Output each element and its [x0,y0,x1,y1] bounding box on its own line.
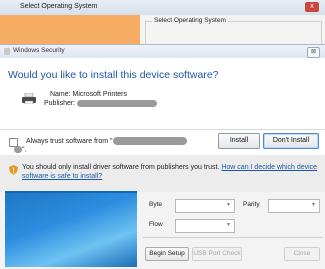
trusted-publisher-redacted [112,137,187,145]
device-info: Name: Microsoft Printers Publisher: [44,90,158,108]
always-trust-label: Always trust software from " ". [14,137,187,153]
parity-select[interactable]: ▼ [268,199,320,213]
settings-divider [143,237,323,238]
byte-select[interactable]: ▼ [175,199,235,213]
flow-select[interactable]: ▼ [175,219,235,233]
orange-side-panel [0,15,140,45]
dialog-divider [0,129,325,130]
publisher-redacted [77,99,158,107]
always-trust-suffix: ". [22,146,27,154]
begin-setup-button[interactable]: Begin Setup [145,247,189,261]
always-trust-text: Always trust software from " [26,137,113,145]
security-icon [4,48,10,55]
publisher-label: Publisher: [44,100,76,107]
dialog-heading: Would you like to install this device so… [8,69,219,81]
warning-message: You should only install driver software … [22,163,320,181]
dialog-title: Windows Security [13,47,65,54]
dont-install-button[interactable]: Don't Install [263,133,319,149]
chevron-down-icon: ▼ [226,202,231,208]
byte-label: Byte [149,201,163,208]
printer-icon [22,93,36,104]
background-window-titlebar: Select Operating System [0,0,325,16]
warning-shield-icon [9,165,18,175]
background-close-button[interactable]: x [305,2,319,12]
blue-abstract-image [5,193,137,267]
dialog-close-button[interactable]: ⊠ [307,47,320,58]
name-label: Name: [49,91,71,98]
close-button[interactable]: Close [284,247,320,261]
trusted-publisher-redacted-tail [14,146,22,153]
dialog-titlebar: Windows Security [0,45,325,58]
name-value: Microsoft Printers [72,91,127,98]
background-window-title: Select Operating System [20,3,98,10]
flow-label: Flow [149,221,163,228]
usb-port-check-button[interactable]: USB Port Check [192,247,242,261]
chevron-down-icon: ▼ [311,202,316,208]
warning-text: You should only install driver software … [22,164,220,171]
parity-label: Parity [243,201,260,208]
install-button[interactable]: Install [218,133,260,149]
os-select-group-label: Select Operating System [152,17,228,24]
chevron-down-icon: ▼ [226,222,231,228]
